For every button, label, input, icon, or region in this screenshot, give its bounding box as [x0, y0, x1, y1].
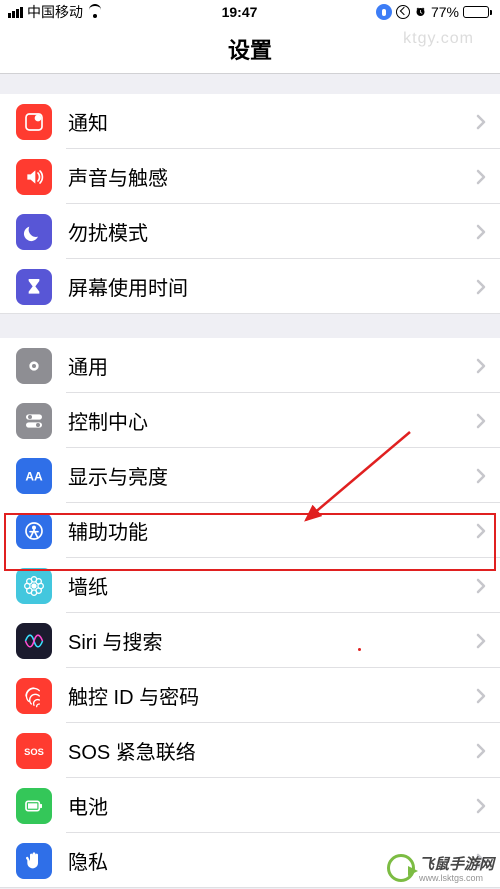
row-label: 显示与亮度: [68, 461, 476, 490]
chevron-right-icon: [476, 169, 500, 185]
display-icon: AA: [16, 458, 52, 494]
chevron-right-icon: [476, 743, 500, 759]
chevron-right-icon: [476, 279, 500, 295]
row-label: 触控 ID 与密码: [68, 681, 476, 710]
settings-list: 通知声音与触感勿扰模式屏幕使用时间通用控制中心 AA 显示与亮度辅助功能墙纸 Siri…: [0, 94, 500, 888]
row-label: 屏幕使用时间: [68, 272, 476, 301]
settings-row-sos[interactable]: SOS SOS 紧急联络: [0, 723, 500, 778]
svg-text:SOS: SOS: [24, 747, 44, 757]
row-label: SOS 紧急联络: [68, 736, 476, 765]
settings-row-dnd[interactable]: 勿扰模式: [0, 204, 500, 259]
carrier-label: 中国移动: [27, 2, 83, 22]
settings-row-touchid[interactable]: 触控 ID 与密码: [0, 668, 500, 723]
battery-icon: [463, 6, 492, 18]
row-label: 勿扰模式: [68, 217, 476, 246]
wifi-icon: [87, 6, 103, 18]
settings-row-siri[interactable]: Siri 与搜索: [0, 613, 500, 668]
chevron-right-icon: [476, 413, 500, 429]
row-label: 控制中心: [68, 406, 476, 435]
watermark-logo-icon: [387, 854, 415, 882]
siri-icon: [16, 623, 52, 659]
status-bar: 中国移动 19:47 77%: [0, 0, 500, 24]
settings-row-accessibility[interactable]: 辅助功能: [0, 503, 500, 558]
screentime-icon: [16, 269, 52, 305]
chevron-right-icon: [476, 633, 500, 649]
sounds-icon: [16, 159, 52, 195]
privacy-icon: [16, 843, 52, 879]
sos-icon: SOS: [16, 733, 52, 769]
watermark: 飞鼠手游网 www.lsktgs.com: [387, 853, 494, 883]
annotation-dot: [358, 648, 361, 651]
settings-row-battery[interactable]: 电池: [0, 778, 500, 833]
touchid-icon: [16, 678, 52, 714]
row-label: 通用: [68, 351, 476, 380]
signal-icon: [8, 7, 23, 18]
settings-row-wallpaper[interactable]: 墙纸: [0, 558, 500, 613]
status-time: 19:47: [222, 4, 258, 20]
watermark-brand: 飞鼠手游网: [419, 856, 494, 873]
battery-pct: 77%: [431, 4, 459, 20]
settings-row-display[interactable]: AA 显示与亮度: [0, 448, 500, 503]
chevron-right-icon: [476, 468, 500, 484]
settings-row-sounds[interactable]: 声音与触感: [0, 149, 500, 204]
notifications-icon: [16, 104, 52, 140]
row-label: 声音与触感: [68, 162, 476, 191]
wallpaper-icon: [16, 568, 52, 604]
dnd-icon: [16, 214, 52, 250]
chevron-right-icon: [476, 688, 500, 704]
row-label: 电池: [68, 791, 476, 820]
chevron-right-icon: [476, 358, 500, 374]
settings-row-general[interactable]: 通用: [0, 338, 500, 393]
chevron-right-icon: [476, 224, 500, 240]
row-label: 墙纸: [68, 571, 476, 600]
accessibility-icon: [16, 513, 52, 549]
row-label: 通知: [68, 107, 476, 136]
watermark-url: www.lsktgs.com: [419, 874, 494, 883]
battery-icon: [16, 788, 52, 824]
settings-group: 通知声音与触感勿扰模式屏幕使用时间: [0, 94, 500, 314]
settings-group: 通用控制中心AA显示与亮度辅助功能墙纸Siri 与搜索触控 ID 与密码SOSS…: [0, 338, 500, 888]
alarm-icon: [414, 6, 427, 18]
settings-row-notifications[interactable]: 通知: [0, 94, 500, 149]
row-label: 辅助功能: [68, 516, 476, 545]
chevron-right-icon: [476, 578, 500, 594]
svg-text:AA: AA: [25, 469, 43, 483]
chevron-right-icon: [476, 114, 500, 130]
page-title: 设置: [228, 33, 272, 65]
row-label: Siri 与搜索: [68, 626, 476, 655]
voice-control-icon: [376, 4, 392, 20]
control-icon: [16, 403, 52, 439]
orientation-lock-icon: [396, 5, 410, 19]
general-icon: [16, 348, 52, 384]
chevron-right-icon: [476, 523, 500, 539]
settings-row-control[interactable]: 控制中心: [0, 393, 500, 448]
faint-watermark: ktgy.com: [403, 30, 474, 48]
chevron-right-icon: [476, 798, 500, 814]
settings-row-screentime[interactable]: 屏幕使用时间: [0, 259, 500, 314]
